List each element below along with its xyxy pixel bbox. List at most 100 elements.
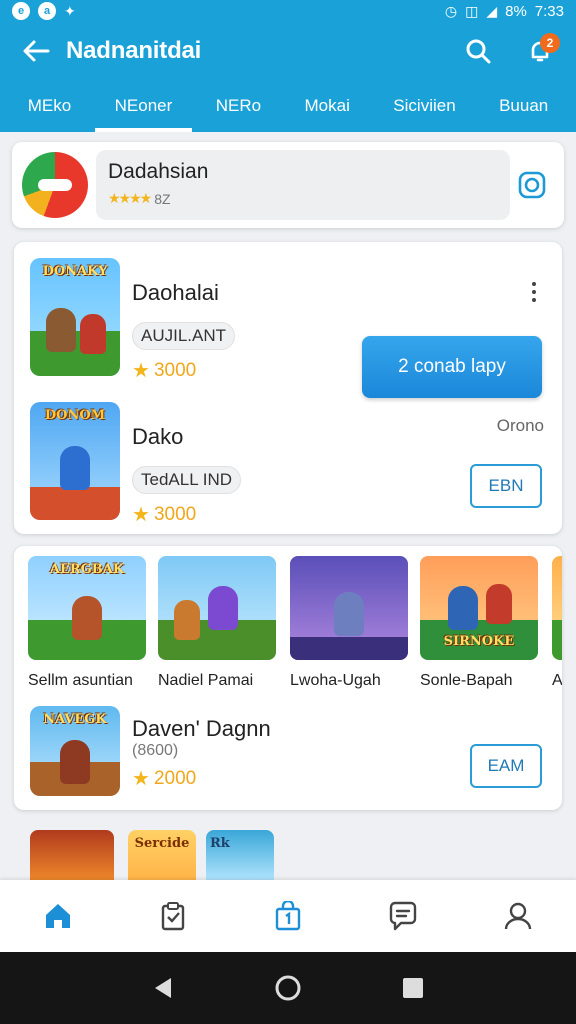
get-button[interactable]: EBN [470, 464, 542, 508]
item-tag: AUJIL.ANT [132, 322, 236, 350]
chat-icon [389, 901, 417, 931]
notifications-button[interactable]: 2 [520, 31, 560, 71]
star-icon: ★★★★ [108, 190, 152, 206]
battery-percent: 8% [505, 2, 527, 20]
item-title: Daohalai [132, 280, 219, 305]
nav-tasks[interactable] [143, 886, 203, 946]
sparkle-icon: ✦ [64, 2, 76, 19]
user-icon [505, 902, 532, 930]
back-button[interactable] [16, 31, 56, 71]
item-rating: ★ 3000 [132, 503, 197, 527]
status-bar: e a ✦ ◷ ◫ ◢ 8% 7:33 [0, 0, 576, 22]
tile-label: A [552, 672, 562, 689]
system-navigation-bar [0, 952, 576, 1024]
tab-meko[interactable]: MEko [8, 80, 91, 132]
vibrate-icon: ◫ [465, 2, 479, 19]
notification-dot-icon: a [38, 2, 56, 20]
nav-home[interactable] [28, 886, 88, 946]
tab-buuan[interactable]: Buuan [479, 80, 568, 132]
star-icon: ★ [132, 768, 150, 790]
star-icon: ★ [132, 360, 150, 382]
app-rating: ★★★★ 8Z [108, 190, 498, 207]
search-button[interactable] [458, 31, 498, 71]
game-thumbnail: DONAKY [30, 258, 120, 376]
clock: 7:33 [534, 2, 564, 20]
status-right: ◷ ◫ ◢ 8% 7:33 [445, 3, 564, 20]
app-list-card: DONAKY Daohalai AUJIL.ANT ★ 3000 2 conab… [14, 242, 562, 534]
back-arrow-icon [23, 40, 50, 62]
game-thumbnail [158, 556, 276, 660]
tile-label: Sellm asuntian [28, 672, 133, 689]
list-item[interactable]: DONOM Dako TedALL IND ★ 3000 EBN [30, 402, 546, 526]
tab-neoner[interactable]: NEoner [94, 80, 193, 132]
next-section-peek: Sercide Rk [0, 826, 576, 882]
get-button[interactable]: EAM [470, 744, 542, 788]
carousel-tile[interactable]: AERGBAK Sellm asuntian [28, 556, 146, 690]
notification-dot-icon: e [12, 2, 30, 20]
search-input[interactable]: Dadahsian ★★★★ 8Z [96, 150, 511, 220]
game-thumbnail[interactable] [30, 830, 114, 882]
carousel-tile[interactable]: Nadiel Pamai [158, 556, 276, 690]
alarm-icon: ◷ [444, 2, 458, 19]
carousel-tile[interactable]: Lwoha-Ugah [290, 556, 408, 690]
recents-square-icon [403, 978, 424, 998]
page-title: Nadnanitdai [66, 37, 202, 64]
tile-label: Sonle-Bapah [420, 672, 513, 689]
game-thumbnail: SIRNOKE [420, 556, 538, 660]
home-circle-icon [275, 975, 301, 1001]
featured-app-card: Dadahsian ★★★★ 8Z [12, 142, 564, 228]
system-recents-button[interactable] [389, 964, 437, 1012]
app-name: Dadahsian [108, 160, 209, 183]
notification-badge: 2 [540, 33, 560, 53]
nav-messages[interactable] [373, 886, 433, 946]
item-title: Dako [132, 424, 184, 449]
game-thumbnail[interactable]: Sercide [128, 830, 196, 882]
shopping-bag-icon [275, 901, 301, 931]
tab-mokai[interactable]: Mokai [285, 80, 370, 132]
install-button[interactable]: 2 conab lapy [362, 336, 542, 398]
tab-siciviien[interactable]: Siciviien [373, 80, 475, 132]
item-tag: TedALL IND [132, 466, 242, 494]
tab-nero[interactable]: NERo [196, 80, 281, 132]
nav-store[interactable] [258, 886, 318, 946]
camera-button[interactable] [510, 163, 554, 207]
game-thumbnail [290, 556, 408, 660]
item-rating: ★ 2000 [132, 767, 197, 791]
signal-icon: ◢ [486, 2, 498, 19]
system-back-button[interactable] [139, 964, 187, 1012]
item-rating: ★ 3000 [132, 359, 197, 383]
app-bar-actions: 2 [458, 31, 560, 71]
app-logo [22, 152, 88, 218]
more-options-button[interactable] [522, 274, 546, 310]
tab-bar: MEko NEoner NERo Mokai Siciviien Buuan [0, 80, 576, 132]
tile-label: Nadiel Pamai [158, 672, 254, 689]
system-home-button[interactable] [264, 964, 312, 1012]
search-icon [466, 39, 491, 64]
back-triangle-icon [154, 978, 171, 998]
status-left: e a ✦ [12, 2, 76, 20]
game-thumbnail: AERGBAK [28, 556, 146, 660]
home-icon [45, 904, 70, 928]
game-thumbnail: DONOM [30, 402, 120, 520]
game-thumbnail: NAVEGK [30, 706, 120, 796]
item-subtitle: (8600) [132, 742, 179, 759]
app-bar: Nadnanitdai 2 [0, 22, 576, 80]
item-title: Daven' Dagnn [132, 716, 271, 741]
bottom-navigation [0, 880, 576, 952]
game-thumbnail[interactable]: Rk [206, 830, 274, 882]
list-item[interactable]: DONAKY Daohalai AUJIL.ANT ★ 3000 2 conab… [30, 258, 546, 398]
star-icon: ★ [132, 504, 150, 526]
tile-label: Lwoha-Ugah [290, 672, 381, 689]
carousel[interactable]: AERGBAK Sellm asuntian Nadiel Pamai Lwoh… [28, 554, 562, 696]
games-carousel-card: AERGBAK Sellm asuntian Nadiel Pamai Lwoh… [14, 546, 562, 810]
nav-profile[interactable] [488, 886, 548, 946]
list-item[interactable]: NAVEGK Daven' Dagnn (8600) ★ 2000 EAM [30, 706, 546, 802]
camera-icon [518, 171, 546, 199]
carousel-tile[interactable]: A [552, 556, 562, 690]
item-meta: Orono [496, 416, 544, 435]
game-thumbnail [552, 556, 562, 660]
carousel-tile[interactable]: SIRNOKE Sonle-Bapah [420, 556, 538, 690]
clipboard-icon [161, 902, 184, 931]
header: e a ✦ ◷ ◫ ◢ 8% 7:33 Nadnanitdai 2 MEko N… [0, 0, 576, 132]
rating-value: 8Z [154, 190, 171, 207]
